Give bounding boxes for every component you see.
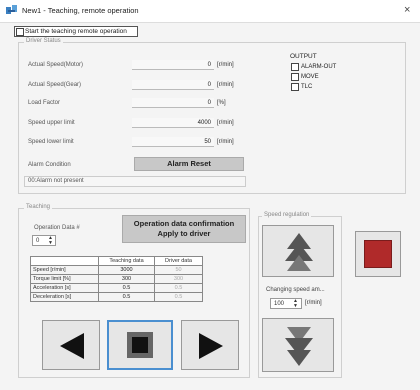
status-value-speed-lower: 50 [132, 137, 214, 147]
changing-speed-value: 100 [274, 301, 285, 307]
move-reverse-button[interactable] [42, 320, 100, 370]
status-value-motor-speed: 0 [132, 60, 214, 70]
driver-speed-cell: 50 [154, 265, 203, 275]
start-teaching-checkbox[interactable] [16, 28, 24, 36]
confirm-line1: Operation data confirmation [133, 219, 235, 228]
output-title: OUTPUT [290, 53, 317, 60]
teaching-accel-cell[interactable]: 0.5 [98, 283, 155, 293]
status-unit-load-factor: [%] [217, 100, 226, 106]
changing-speed-unit: [r/min] [305, 300, 322, 306]
output-alarm-label: ALARM-OUT [301, 64, 337, 70]
row-label-acceleration: Acceleration [s] [30, 283, 99, 293]
output-tlc-label: TLC [301, 84, 313, 90]
col-header-teaching: Teaching data [98, 256, 155, 266]
red-square-icon [364, 240, 392, 268]
move-forward-button[interactable] [181, 320, 239, 370]
teaching-decel-cell[interactable]: 0.5 [98, 292, 155, 302]
table-row: Deceleration [s] 0.5 0.5 [30, 292, 203, 302]
changing-speed-spinner[interactable]: 100 ▲ ▼ [270, 298, 302, 309]
status-label-speed-upper: Speed upper limit [28, 120, 75, 126]
stop-motion-button[interactable] [107, 320, 173, 370]
red-stop-button[interactable] [355, 231, 401, 277]
status-value-load-factor: 0 [132, 98, 214, 108]
op-data-value: 0 [36, 238, 40, 244]
window-title: New1 - Teaching, remote operation [22, 6, 139, 15]
teaching-torque-cell[interactable]: 300 [98, 274, 155, 284]
teaching-speed-cell[interactable]: 3000 [98, 265, 155, 275]
col-header-blank [30, 256, 99, 266]
table-row: Acceleration [s] 0.5 0.5 [30, 283, 203, 293]
output-move-checkbox [291, 73, 299, 81]
status-unit-gear-speed: [r/min] [217, 82, 234, 88]
status-value-speed-upper: 4000 [132, 118, 214, 128]
status-unit-speed-lower: [r/min] [217, 139, 234, 145]
triangle-right-icon [199, 333, 223, 359]
square-stop-icon [127, 332, 153, 358]
driver-torque-cell: 300 [154, 274, 203, 284]
row-label-deceleration: Deceleration [s] [30, 292, 99, 302]
apply-to-driver-button[interactable]: Operation data confirmation Apply to dri… [122, 215, 246, 243]
double-chevron-up-icon [285, 233, 313, 271]
output-alarm-checkbox [291, 63, 299, 71]
driver-status-title: Driver Status [24, 38, 63, 44]
row-label-speed: Speed [r/min] [30, 265, 99, 275]
status-label-motor-speed: Actual Speed(Motor) [28, 62, 84, 68]
status-unit-motor-speed: [r/min] [217, 62, 234, 68]
speed-up-button[interactable] [262, 225, 334, 277]
start-teaching-label: Start the teaching remote operation [25, 28, 127, 35]
speed-regulation-title: Speed regulation [262, 212, 312, 218]
alarm-condition-label: Alarm Condition [28, 162, 71, 168]
row-label-torque: Torque limit [%] [30, 274, 99, 284]
status-unit-speed-upper: [r/min] [217, 120, 234, 126]
alarm-reset-button[interactable]: Alarm Reset [134, 157, 244, 171]
status-label-speed-lower: Speed lower limit [28, 139, 74, 145]
op-data-label: Operation Data # [34, 225, 80, 231]
status-label-load-factor: Load Factor [28, 100, 61, 106]
output-tlc-checkbox [291, 83, 299, 91]
op-data-spinner[interactable]: 0 ▲ ▼ [32, 235, 56, 246]
status-value-gear-speed: 0 [132, 80, 214, 90]
alarm-message: 00:Alarm not present [28, 178, 84, 184]
triangle-left-icon [60, 333, 84, 359]
app-icon [6, 5, 18, 15]
output-move-label: MOVE [301, 74, 319, 80]
double-chevron-down-icon [285, 327, 313, 366]
table-row: Speed [r/min] 3000 50 [30, 265, 203, 275]
teaching-table: Teaching data Driver data Speed [r/min] … [30, 256, 203, 302]
driver-accel-cell: 0.5 [154, 283, 203, 293]
status-label-gear-speed: Actual Speed(Gear) [28, 82, 82, 88]
col-header-driver: Driver data [154, 256, 203, 266]
speed-down-button[interactable] [262, 318, 334, 372]
close-icon[interactable]: × [404, 4, 410, 16]
table-row: Torque limit [%] 300 300 [30, 274, 203, 284]
spin-arrows-icon[interactable]: ▲ ▼ [48, 236, 53, 246]
changing-spin-arrows-icon[interactable]: ▲ ▼ [293, 299, 298, 309]
teaching-table-wrap: Teaching data Driver data Speed [r/min] … [30, 256, 203, 302]
confirm-line2: Apply to driver [157, 229, 211, 238]
teaching-title: Teaching [24, 204, 53, 210]
changing-speed-label: Changing speed am... [266, 287, 325, 293]
driver-decel-cell: 0.5 [154, 292, 203, 302]
